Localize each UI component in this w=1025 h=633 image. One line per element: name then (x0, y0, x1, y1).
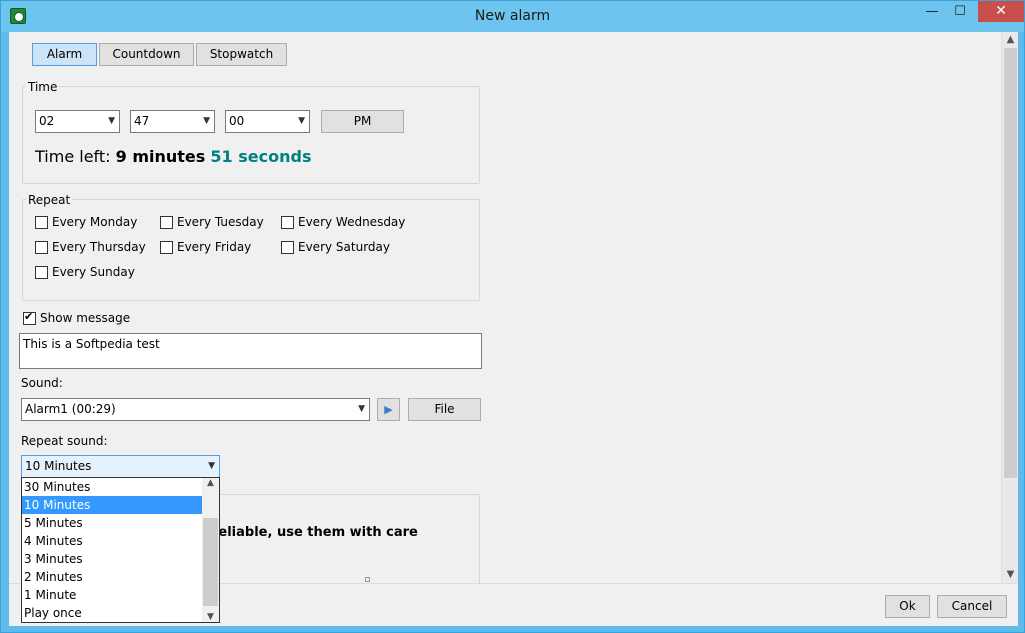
sound-label: Sound: (21, 376, 63, 390)
list-item[interactable]: 30 Minutes (22, 478, 203, 496)
dropdown-scrollbar-thumb[interactable] (203, 518, 218, 606)
scroll-down-icon[interactable]: ▼ (1002, 567, 1018, 583)
label-monday: Every Monday (52, 215, 138, 229)
list-item[interactable]: 5 Minutes (22, 514, 203, 532)
title-bar[interactable]: New alarm — ☐ ✕ (1, 1, 1024, 32)
time-group (22, 86, 480, 184)
play-sound-button[interactable]: ▶ (377, 398, 400, 421)
checkbox-sunday[interactable] (35, 266, 48, 279)
dropdown-scrollbar[interactable]: ▲ ▼ (202, 478, 219, 622)
close-button[interactable]: ✕ (978, 1, 1024, 22)
scroll-up-icon[interactable]: ▲ (1002, 32, 1018, 48)
checkbox-show-message[interactable] (23, 310, 36, 325)
time-left-seconds: 51 seconds (210, 147, 312, 166)
checkbox-saturday[interactable] (281, 241, 294, 254)
minute-select[interactable]: 47 ▼ (130, 110, 215, 133)
sound-value: Alarm1 (00:29) (25, 402, 116, 416)
chevron-down-icon: ▼ (108, 116, 115, 126)
cancel-button[interactable]: Cancel (937, 595, 1007, 618)
minimize-button[interactable]: — (918, 2, 946, 22)
vertical-scrollbar[interactable]: ▲ ▼ (1001, 32, 1018, 583)
checkbox-friday[interactable] (160, 241, 173, 254)
label-sunday: Every Sunday (52, 265, 135, 279)
list-item[interactable]: 3 Minutes (22, 550, 203, 568)
checkbox-thursday[interactable] (35, 241, 48, 254)
label-thursday: Every Thursday (52, 240, 146, 254)
scroll-down-icon[interactable]: ▼ (202, 612, 219, 622)
maximize-button[interactable]: ☐ (946, 2, 974, 22)
time-group-label: Time (26, 80, 60, 94)
chevron-down-icon: ▼ (208, 461, 215, 471)
list-item[interactable]: 1 Minute (22, 586, 203, 604)
scrollbar-thumb[interactable] (1004, 48, 1017, 478)
window-title: New alarm (474, 8, 551, 24)
label-wednesday: Every Wednesday (298, 215, 406, 229)
checkbox-wednesday[interactable] (281, 216, 294, 229)
window-frame: New alarm — ☐ ✕ Alarm Countdown Stopwatc… (0, 0, 1025, 633)
scroll-up-icon[interactable]: ▲ (202, 478, 219, 488)
repeat-sound-select[interactable]: 10 Minutes ▼ (21, 455, 220, 478)
label-saturday: Every Saturday (298, 240, 390, 254)
list-item[interactable]: 2 Minutes (22, 568, 203, 586)
repeat-sound-label: Repeat sound: (21, 434, 108, 448)
hour-value: 02 (39, 114, 55, 128)
second-select[interactable]: 00 ▼ (225, 110, 310, 133)
label-tuesday: Every Tuesday (177, 215, 264, 229)
second-value: 00 (229, 114, 245, 128)
repeat-sound-dropdown-list[interactable]: 30 Minutes 10 Minutes 5 Minutes 4 Minute… (21, 477, 220, 623)
label-show-message: Show message (40, 311, 131, 325)
label-friday: Every Friday (177, 240, 252, 254)
list-item[interactable]: 10 Minutes (22, 496, 203, 514)
time-left-minutes: 9 minutes (115, 147, 206, 166)
chevron-down-icon: ▼ (203, 116, 210, 126)
sound-select[interactable]: Alarm1 (00:29) ▼ (21, 398, 370, 421)
message-input[interactable]: This is a Softpedia test (19, 333, 482, 369)
list-item[interactable]: Play once (22, 604, 203, 622)
warning-text: reliable, use them with care (212, 525, 418, 540)
tab-countdown[interactable]: Countdown (99, 43, 194, 66)
chevron-down-icon: ▼ (358, 404, 365, 414)
file-button[interactable]: File (408, 398, 481, 421)
list-item[interactable]: 4 Minutes (22, 532, 203, 550)
tab-stopwatch[interactable]: Stopwatch (196, 43, 287, 66)
hour-select[interactable]: 02 ▼ (35, 110, 120, 133)
tab-alarm[interactable]: Alarm (32, 43, 97, 66)
resize-handle-icon (365, 577, 370, 582)
play-icon: ▶ (384, 403, 393, 416)
minute-value: 47 (134, 114, 150, 128)
checkbox-tuesday[interactable] (160, 216, 173, 229)
checkbox-monday[interactable] (35, 216, 48, 229)
ok-button[interactable]: Ok (885, 595, 930, 618)
repeat-sound-value: 10 Minutes (25, 459, 92, 473)
chevron-down-icon: ▼ (298, 116, 305, 126)
repeat-group-label: Repeat (26, 193, 73, 207)
time-left-prefix: Time left: (35, 147, 111, 166)
time-left-row: Time left: 9 minutes 51 seconds (35, 147, 311, 166)
ampm-button[interactable]: PM (321, 110, 404, 133)
